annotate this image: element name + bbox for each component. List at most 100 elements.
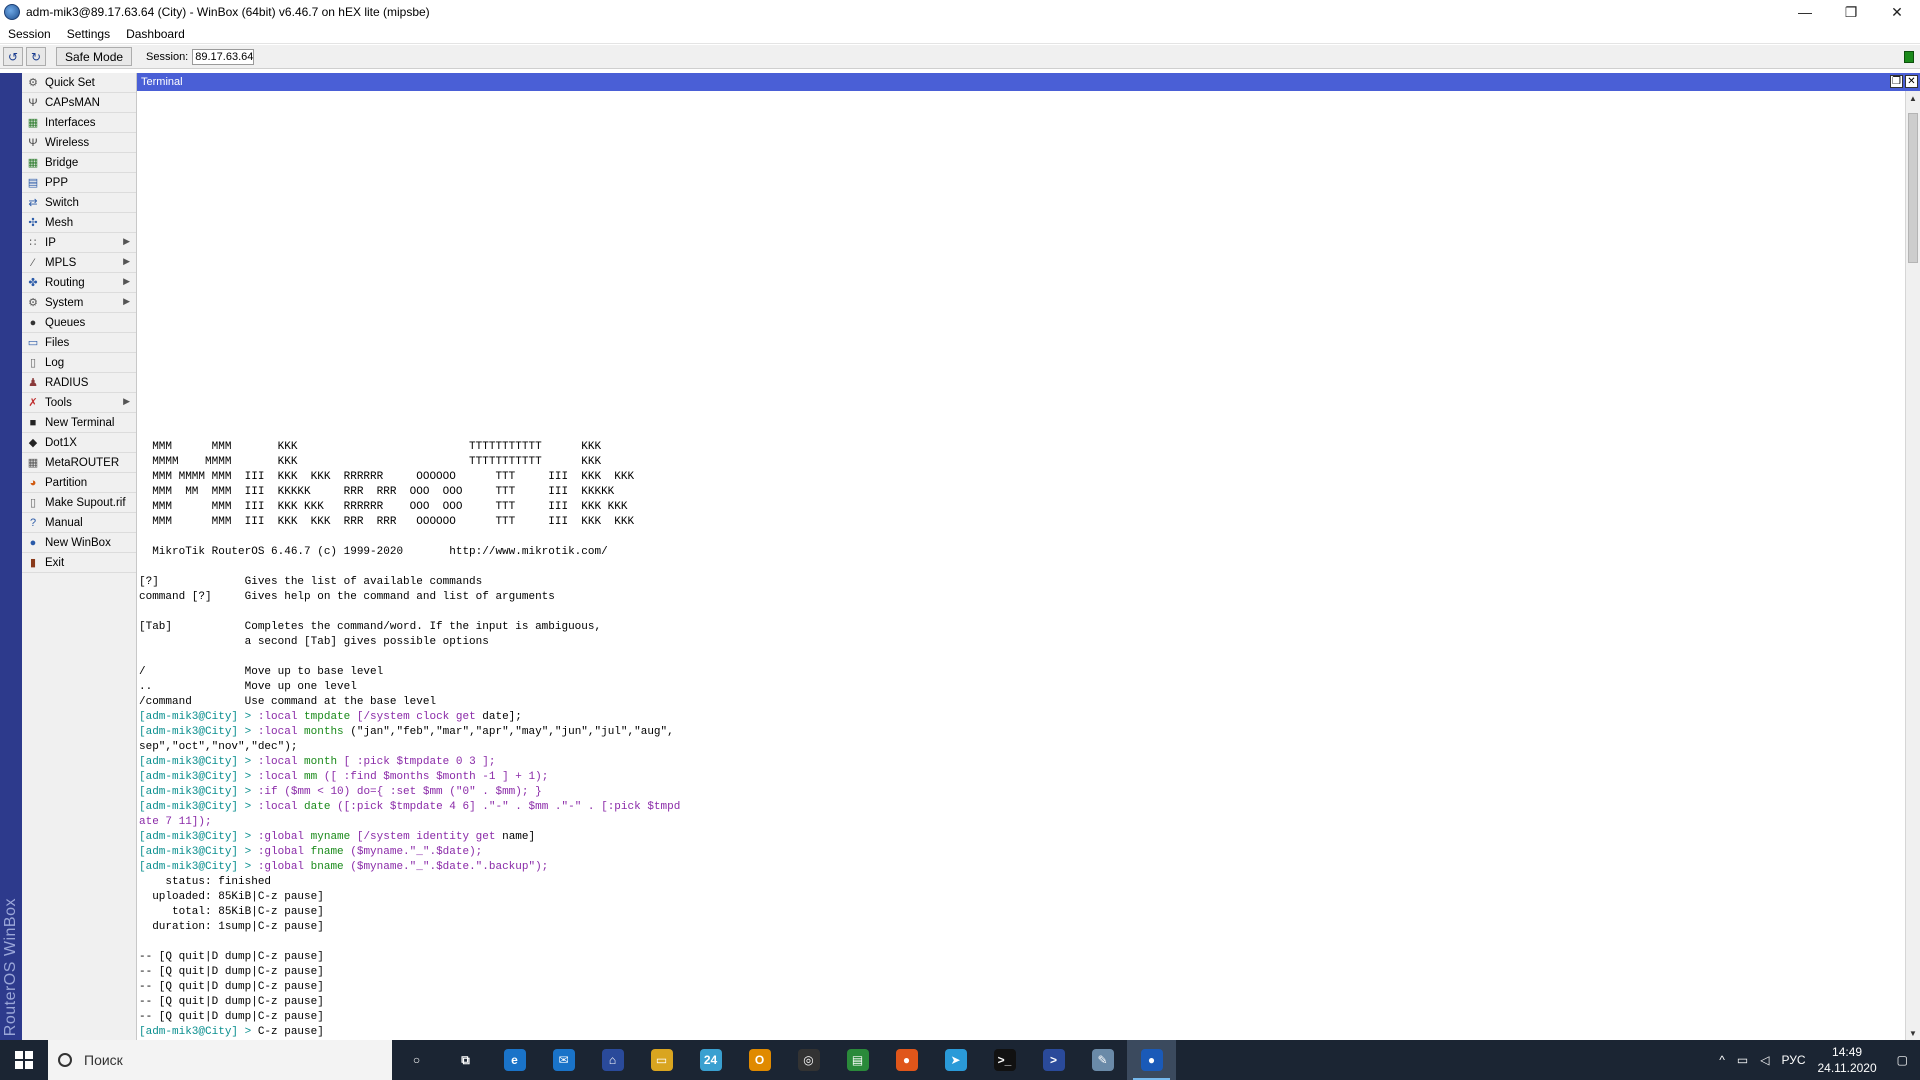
taskbar-search[interactable]: Поиск [48,1040,392,1080]
terminal-scrollbar[interactable]: ▲ ▼ [1905,91,1920,1040]
taskbar-app-button[interactable]: ⧉ [441,1040,490,1080]
sidebar-item-ppp[interactable]: ▤ PPP [22,173,136,193]
terminal-text: [adm-mik3@City] > [139,831,258,843]
terminal-text: name] [502,831,536,843]
volume-icon[interactable]: ◁ [1760,1053,1769,1067]
terminal-line: [adm-mik3@City] > :local month [ :pick $… [139,755,680,770]
sidebar-item-manual[interactable]: ? Manual [22,513,136,533]
redo-button[interactable]: ↻ [26,47,46,66]
taskbar-app-button[interactable]: > [1029,1040,1078,1080]
winbox-icon: ● [29,536,37,549]
restore-window-icon[interactable]: ❐ [1890,75,1903,88]
menu-settings[interactable]: Settings [59,27,118,41]
language-indicator[interactable]: РУС [1781,1053,1805,1067]
sidebar-item-queues[interactable]: ● Queues [22,313,136,333]
taskbar-app-button[interactable]: e [490,1040,539,1080]
scrollbar-thumb[interactable] [1908,113,1918,263]
taskbar-app-button[interactable]: ● [882,1040,931,1080]
close-button[interactable]: ✕ [1874,0,1920,24]
terminal-line: -- [Q quit|D dump|C-z pause] [139,950,680,965]
sidebar-item-capsman[interactable]: Ψ CAPsMAN [22,93,136,113]
terminal-text: /command Use command at the base level [139,696,437,708]
sidebar-item-label: MetaROUTER [45,456,120,469]
network-icon[interactable]: ▭ [1737,1053,1748,1067]
scroll-up-arrow-icon[interactable]: ▲ [1906,91,1920,105]
sidebar-item-interfaces[interactable]: ▦ Interfaces [22,113,136,133]
sidebar-item-make-supout-rif[interactable]: ▯ Make Supout.rif [22,493,136,513]
tray-chevron-icon[interactable]: ^ [1719,1053,1725,1067]
close-terminal-icon[interactable]: ✕ [1905,75,1918,88]
start-button[interactable] [0,1040,48,1080]
mesh-icon: ✣ [28,217,38,229]
network-app-icon: ⌂ [601,1049,624,1071]
sidebar-item-system[interactable]: ⚙ System ▶ [22,293,136,313]
taskbar-app-button[interactable]: 24 [686,1040,735,1080]
sidebar-item-quick-set[interactable]: ⚙ Quick Set [22,73,136,93]
sidebar-item-ip[interactable]: ∷ IP ▶ [22,233,136,253]
sidebar-item-switch[interactable]: ⇄ Switch [22,193,136,213]
restore-button[interactable]: ❐ [1828,0,1874,24]
terminal-text: :global [257,846,311,858]
sidebar-item-tools[interactable]: ✗ Tools ▶ [22,393,136,413]
taskbar-app-button[interactable]: ✉ [539,1040,588,1080]
terminal-text: months [304,726,351,738]
taskbar-app-button[interactable]: ▭ [637,1040,686,1080]
sidebar-item-label: Queues [45,316,86,329]
sidebar-item-metarouter[interactable]: ▦ MetaROUTER [22,453,136,473]
sidebar-item-bridge[interactable]: ▦ Bridge [22,153,136,173]
sidebar-item-partition[interactable]: ◕ Partition [22,473,136,493]
system-icon: ⚙ [28,297,38,309]
notifications-icon[interactable]: ▢ [1897,1053,1908,1067]
ppp-icon: ▤ [27,177,39,189]
menu-dashboard[interactable]: Dashboard [118,27,193,41]
safe-mode-button[interactable]: Safe Mode [56,47,133,66]
terminal-line: [adm-mik3@City] > :local date ([:pick $t… [139,800,680,815]
sidebar-item-exit[interactable]: ▮ Exit [22,553,136,573]
minimize-button[interactable]: — [1782,0,1828,24]
taskbar-app-button[interactable]: ⌂ [588,1040,637,1080]
taskbar-apps: ○ ⧉ e ✉ ⌂ ▭ 24 O ◎ ▤ ● ➤ >_ > ✎ ● [392,1040,1176,1080]
submenu-arrow-icon: ▶ [123,296,130,306]
terminal-output[interactable]: MMM MMM KKK TTTTTTTTTTT KKK MMMM MMMM KK… [137,91,1905,1040]
taskbar-app-button[interactable]: ○ [392,1040,441,1080]
taskbar-app-button[interactable]: >_ [980,1040,1029,1080]
sidebar-item-log[interactable]: ▯ Log [22,353,136,373]
taskbar-app-button[interactable]: ➤ [931,1040,980,1080]
sidebar-item-dot1x[interactable]: ◆ Dot1X [22,433,136,453]
terminal-text: [adm-mik3@City] > [139,771,258,783]
scroll-down-arrow-icon[interactable]: ▼ [1906,1026,1920,1040]
terminal-text: date [304,801,338,813]
taskbar-app-button[interactable]: ▤ [833,1040,882,1080]
clock[interactable]: 14:49 24.11.2020 [1817,1044,1876,1076]
powershell-icon: > [1042,1049,1065,1071]
undo-button[interactable]: ↺ [3,47,23,66]
sidebar-item-new-terminal[interactable]: ■ New Terminal [22,413,136,433]
sidebar-item-mpls[interactable]: ⁄ MPLS ▶ [22,253,136,273]
terminal-text: :local [257,726,305,738]
terminal-title: Terminal [141,76,183,88]
undo-icon: ↺ [7,49,19,64]
terminal-text: [Tab] Completes the command/word. If the… [139,621,602,633]
terminal-line: / Move up to base level [139,665,680,680]
sidebar-item-routing[interactable]: ✤ Routing ▶ [22,273,136,293]
menu-session[interactable]: Session [0,27,59,41]
taskbar-app-button[interactable]: ✎ [1078,1040,1127,1080]
sidebar-item-label: New WinBox [45,536,111,549]
sidebar-item-wireless[interactable]: Ψ Wireless [22,133,136,153]
taskbar-app-button[interactable]: ◎ [784,1040,833,1080]
sidebar-item-mesh[interactable]: ✣ Mesh [22,213,136,233]
terminal-text: MMM MMM III KKK KKK RRRRRR OOO OOO TTT I… [139,501,628,513]
sidebar-item-radius[interactable]: ♟ RADIUS [22,373,136,393]
taskbar-app-button[interactable]: ● [1127,1040,1176,1080]
terminal-text: ate 7 11]); [139,816,212,828]
taskbar-app-button[interactable]: O [735,1040,784,1080]
terminal-line: [adm-mik3@City] > C-z pause] [139,1025,680,1040]
sidebar-item-files[interactable]: ▭ Files [22,333,136,353]
session-field[interactable]: 89.17.63.64 [192,48,255,65]
taskbar: Поиск ○ ⧉ e ✉ ⌂ ▭ 24 O ◎ ▤ ● ➤ >_ > ✎ ● ^ ▭ ◁ РУС 14:49… [0,1040,1920,1080]
terminal-line: sep","oct","nov","dec"); [139,740,680,755]
sidebar-item-new-winbox[interactable]: ● New WinBox [22,533,136,553]
